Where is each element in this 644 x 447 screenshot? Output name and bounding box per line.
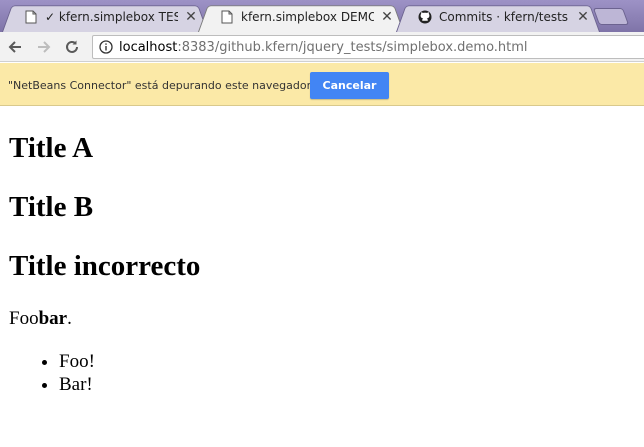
page-content: Title A Title B Title incorrecto Foobar.… xyxy=(0,106,644,447)
bullet-list: Foo! Bar! xyxy=(19,350,95,396)
debug-infobar: "NetBeans Connector" está depurando este… xyxy=(0,63,644,106)
paragraph: Foobar. xyxy=(9,308,72,330)
paragraph-period: . xyxy=(67,308,72,329)
new-tab-button[interactable] xyxy=(592,8,630,25)
heading-title-b: Title B xyxy=(9,191,94,223)
close-icon[interactable]: ✕ xyxy=(184,10,198,24)
tab-title: ✓ kfern.simplebox TESTS xyxy=(45,10,178,24)
list-item: Bar! xyxy=(59,373,95,396)
heading-title-incorrecto: Title incorrecto xyxy=(9,250,201,282)
tab-demo[interactable]: kfern.simplebox DEMO ✕ xyxy=(198,2,404,32)
toolbar: localhost:8383/github.kfern/jquery_tests… xyxy=(0,32,644,62)
info-icon[interactable] xyxy=(99,40,113,54)
close-icon[interactable]: ✕ xyxy=(380,10,394,24)
paragraph-bold: bar xyxy=(38,308,68,329)
tab-strip: ✓ kfern.simplebox TESTS ✕ kfern.simplebo… xyxy=(0,0,644,32)
url-path: :8383/github.kfern/jquery_tests/simplebo… xyxy=(177,39,528,55)
cancel-button[interactable]: Cancelar xyxy=(310,72,389,99)
tab-title: kfern.simplebox DEMO xyxy=(241,10,374,24)
tab-tests[interactable]: ✓ kfern.simplebox TESTS ✕ xyxy=(2,2,208,32)
heading-title-a: Title A xyxy=(9,132,94,164)
list-item: Foo! xyxy=(59,350,95,373)
reload-icon[interactable] xyxy=(63,38,81,56)
address-bar[interactable]: localhost:8383/github.kfern/jquery_tests… xyxy=(92,35,644,59)
github-icon xyxy=(418,10,432,24)
url-host: localhost xyxy=(119,39,178,55)
page-icon xyxy=(24,10,38,24)
tab-commits[interactable]: Commits · kfern/tests ✕ xyxy=(396,2,600,32)
page-icon xyxy=(220,10,234,24)
forward-arrow-icon[interactable] xyxy=(35,38,53,56)
back-arrow-icon[interactable] xyxy=(6,38,24,56)
infobar-message: "NetBeans Connector" está depurando este… xyxy=(8,79,314,92)
tab-title: Commits · kfern/tests xyxy=(439,10,569,24)
paragraph-text: Foo xyxy=(9,308,39,329)
close-icon[interactable]: ✕ xyxy=(576,10,590,24)
